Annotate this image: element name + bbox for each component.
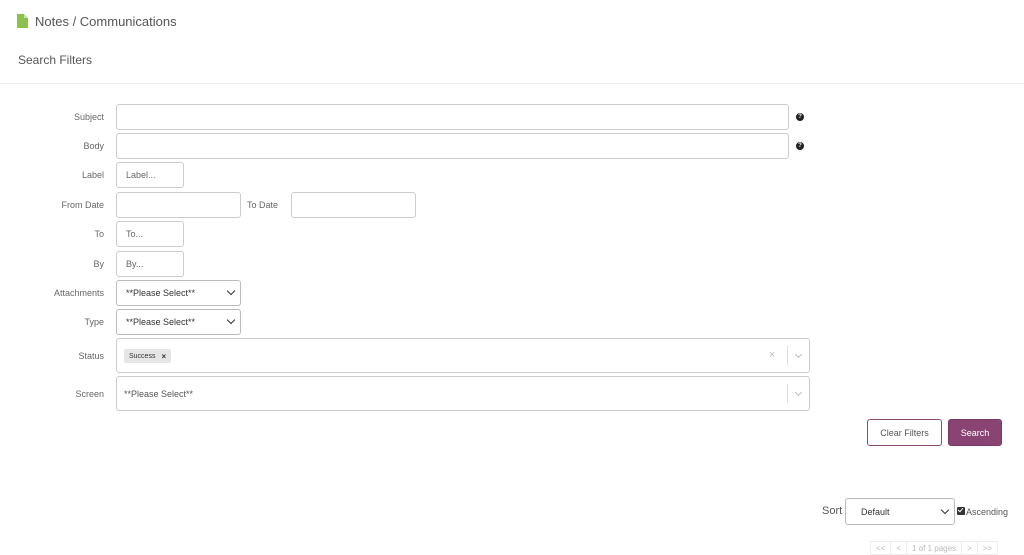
body-label: Body xyxy=(83,141,104,151)
ascending-checkbox[interactable] xyxy=(957,506,965,515)
body-input[interactable] xyxy=(116,133,789,159)
to-picker[interactable]: To... xyxy=(116,221,184,247)
pager-next[interactable]: > xyxy=(961,541,978,555)
screen-multiselect[interactable]: **Please Select** xyxy=(116,376,810,411)
status-tag-label: Success xyxy=(129,352,156,360)
subject-input[interactable] xyxy=(116,104,789,130)
chevron-down-icon xyxy=(940,505,950,514)
ascending-label: Ascending xyxy=(966,507,1009,517)
check-icon xyxy=(957,506,964,513)
remove-tag-icon[interactable]: × xyxy=(161,352,166,361)
pager-prev[interactable]: < xyxy=(890,541,908,555)
type-selected: **Please Select** xyxy=(126,317,196,327)
screen-label: Screen xyxy=(75,389,104,399)
attachments-selected: **Please Select** xyxy=(126,288,196,298)
type-select[interactable]: **Please Select** xyxy=(116,309,241,335)
to-date-input[interactable] xyxy=(291,192,416,218)
by-picker[interactable]: By... xyxy=(116,251,184,277)
pager: << < 1 of 1 pages > >> xyxy=(870,541,999,555)
by-label: By xyxy=(93,259,104,269)
label-picker[interactable]: Label... xyxy=(116,162,184,188)
search-filters-title: Search Filters xyxy=(18,53,93,67)
clear-icon[interactable]: × xyxy=(769,349,775,361)
pager-last[interactable]: >> xyxy=(976,541,999,555)
status-tag-success: Success × xyxy=(124,349,172,363)
pager-first[interactable]: << xyxy=(870,541,892,555)
from-date-input[interactable] xyxy=(116,192,241,218)
search-button[interactable]: Search xyxy=(948,419,1002,446)
subject-label: Subject xyxy=(73,112,104,122)
label-label: Label xyxy=(81,170,104,180)
document-icon xyxy=(17,14,28,28)
divider xyxy=(0,83,1024,84)
clear-filters-button[interactable]: Clear Filters xyxy=(867,419,942,446)
chevron-down-icon xyxy=(226,286,236,296)
sort-selected: Default xyxy=(861,506,890,517)
from-date-label: From Date xyxy=(61,200,104,210)
screen-placeholder: **Please Select** xyxy=(124,389,194,399)
sort-label: Sort xyxy=(822,505,843,517)
to-label: To xyxy=(94,229,104,239)
attachments-label: Attachments xyxy=(53,288,104,298)
page-header: Notes / Communications xyxy=(17,12,177,30)
page-title: Notes / Communications xyxy=(35,13,177,29)
subject-help-icon[interactable]: ? xyxy=(796,113,804,121)
attachments-select[interactable]: **Please Select** xyxy=(116,280,241,306)
chevron-down-icon[interactable] xyxy=(794,350,803,359)
chevron-down-icon[interactable] xyxy=(794,388,803,397)
separator xyxy=(787,346,788,365)
separator xyxy=(787,384,788,403)
body-help-icon[interactable]: ? xyxy=(796,142,804,150)
sort-select[interactable]: Default xyxy=(845,498,955,525)
to-date-label: To Date xyxy=(247,200,279,210)
status-label: Status xyxy=(78,351,104,361)
status-multiselect[interactable]: Success × × xyxy=(116,338,810,373)
chevron-down-icon xyxy=(226,315,236,325)
pager-info: 1 of 1 pages xyxy=(906,541,963,555)
type-label: Type xyxy=(84,317,104,327)
